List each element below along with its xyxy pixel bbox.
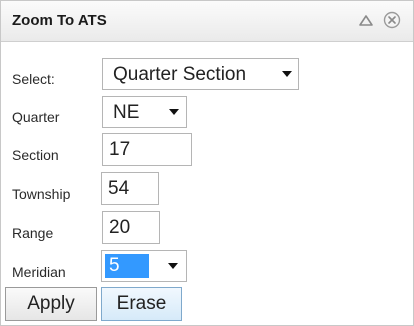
quarter-value: NE [113,102,140,123]
chevron-down-icon [169,109,179,115]
quarter-label: Quarter [12,109,60,125]
township-input[interactable] [101,172,159,205]
range-label: Range [12,225,54,241]
meridian-value: 5 [105,254,149,278]
close-icon[interactable] [383,11,401,29]
chevron-down-icon [168,263,178,269]
apply-button[interactable]: Apply [5,287,97,321]
panel-title: Zoom To ATS [12,12,107,29]
select-label: Select: [12,71,55,87]
meridian-label: Meridian [12,264,66,280]
section-input[interactable] [102,133,192,166]
erase-button[interactable]: Erase [101,287,182,321]
zoom-to-ats-panel: Zoom To ATS Select: Quarter Section Quar… [0,0,414,326]
chevron-down-icon [282,71,292,77]
section-label: Section [12,147,59,163]
quarter-dropdown[interactable]: NE [102,96,187,128]
meridian-dropdown[interactable]: 5 [101,250,187,282]
panel-titlebar: Zoom To ATS [1,1,413,42]
select-dropdown[interactable]: Quarter Section [102,58,299,90]
select-value: Quarter Section [113,64,247,85]
range-input[interactable] [102,211,160,244]
township-label: Township [12,186,71,202]
collapse-icon[interactable] [358,13,374,27]
